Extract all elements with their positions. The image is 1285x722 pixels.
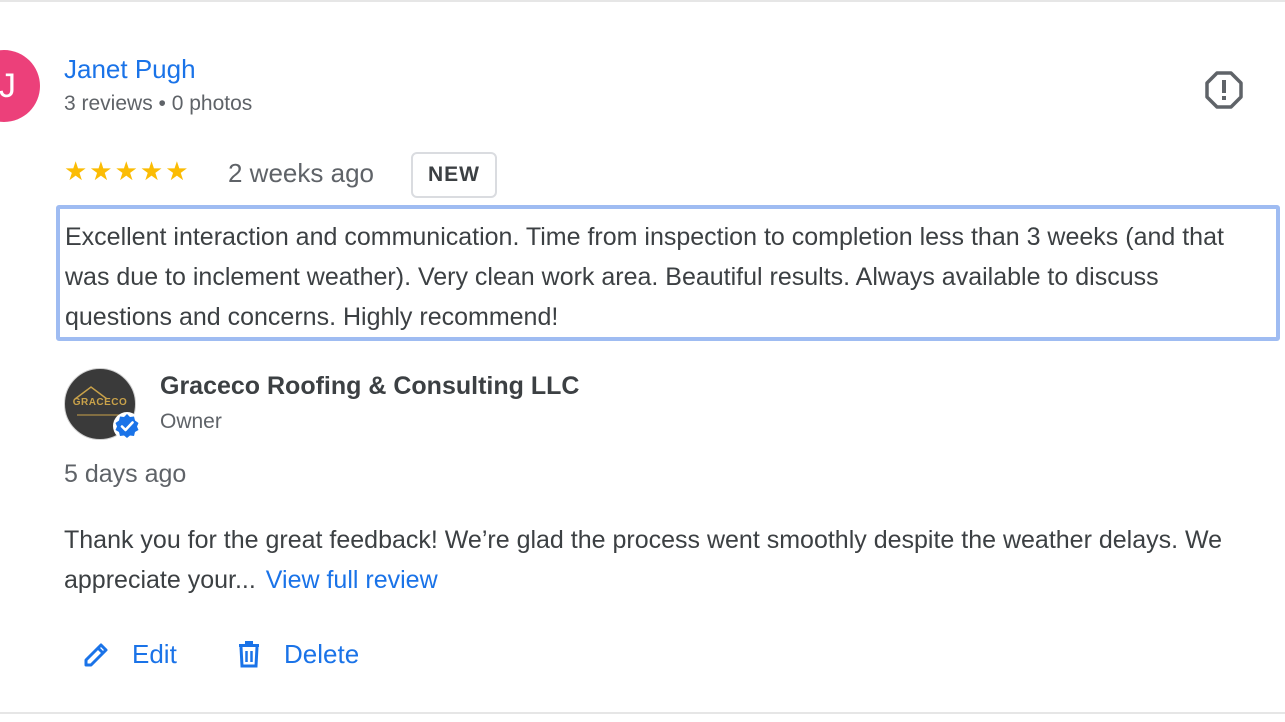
star-rating: ★★★★★ [64,156,191,186]
bottom-divider [0,712,1285,714]
report-icon [1205,71,1243,109]
verified-check-icon [113,412,141,440]
review-text[interactable]: Excellent interaction and communication.… [56,205,1280,341]
top-divider [0,0,1285,2]
delete-label: Delete [284,638,360,669]
delete-button[interactable]: Delete [234,632,359,676]
reviewer-avatar[interactable]: J [0,50,40,122]
review-card: J Janet Pugh 3 reviews • 0 photos ★★★★★ … [0,0,1285,722]
reviewer-meta: 3 reviews • 0 photos [64,92,253,115]
report-button[interactable] [1204,70,1244,110]
owner-role: Owner [160,410,222,433]
edit-label: Edit [132,638,177,669]
avatar-initial: J [0,66,16,105]
reply-text: Thank you for the great feedback! We’re … [64,520,1264,600]
owner-logo-text: GRACECO [72,397,128,408]
pencil-icon [84,643,108,667]
edit-button[interactable]: Edit [82,632,177,676]
view-full-review-link[interactable]: View full review [266,566,438,594]
reply-time: 5 days ago [64,460,187,488]
review-time: 2 weeks ago [228,158,374,188]
trash-icon [239,641,259,668]
owner-name: Graceco Roofing & Consulting LLC [160,372,580,400]
reply-body: Thank you for the great feedback! We’re … [64,526,1223,594]
reviewer-name[interactable]: Janet Pugh [64,54,196,85]
new-badge: NEW [411,152,497,198]
